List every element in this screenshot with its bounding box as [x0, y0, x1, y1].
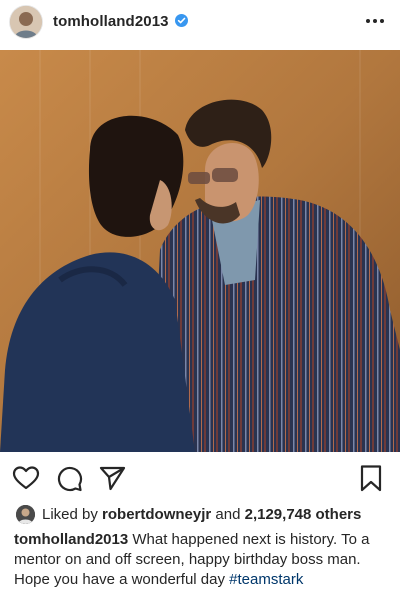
post-caption: tomholland2013 What happened next is his… [14, 530, 392, 590]
more-options-icon[interactable] [362, 11, 388, 31]
liker-avatar[interactable] [16, 505, 35, 524]
post-image [0, 50, 400, 452]
comment-icon[interactable] [55, 464, 83, 492]
caption-hashtag[interactable]: #teamstark [229, 571, 303, 588]
username[interactable]: tomholland2013 [53, 13, 169, 30]
post-photo[interactable] [0, 50, 400, 452]
likes-row: Liked by robertdowneyjr and 2,129,748 ot… [14, 504, 394, 526]
likes-count[interactable]: 2,129,748 others [245, 506, 362, 523]
likes-connector: and [215, 506, 241, 523]
post-header: tomholland2013 [0, 0, 400, 46]
paper-plane-icon[interactable] [98, 464, 126, 492]
verified-badge-icon [175, 14, 188, 27]
bookmark-icon[interactable] [357, 464, 385, 492]
action-bar [0, 456, 400, 500]
avatar-image [10, 6, 42, 38]
liker-avatar-image [16, 505, 35, 524]
heart-icon[interactable] [12, 464, 40, 492]
likes-text: Liked by robertdowneyjr and 2,129,748 ot… [42, 506, 361, 523]
caption-username[interactable]: tomholland2013 [14, 531, 128, 548]
likes-prefix: Liked by [42, 506, 98, 523]
profile-avatar[interactable] [10, 6, 42, 38]
liker-username[interactable]: robertdowneyjr [102, 506, 211, 523]
